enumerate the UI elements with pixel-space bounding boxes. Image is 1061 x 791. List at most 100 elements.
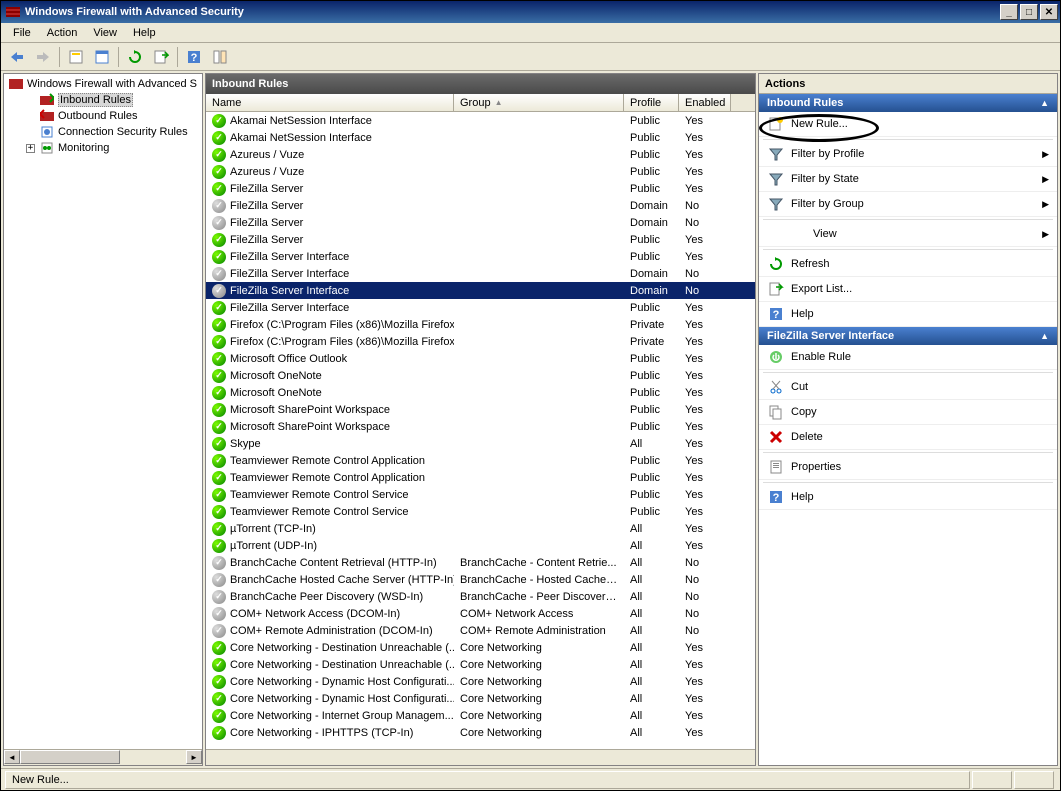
action-refresh[interactable]: Refresh <box>759 252 1057 277</box>
minimize-button[interactable]: _ <box>1000 4 1018 20</box>
tree-item-connection-security-rules[interactable]: Connection Security Rules <box>6 124 200 140</box>
table-row[interactable]: ✓µTorrent (TCP-In)AllYes <box>206 520 755 537</box>
close-button[interactable]: ✕ <box>1040 4 1058 20</box>
action-help[interactable]: ?Help <box>759 302 1057 327</box>
table-row[interactable]: ✓µTorrent (UDP-In)AllYes <box>206 537 755 554</box>
column-group[interactable]: Group▲ <box>454 94 624 111</box>
toolbar-help[interactable]: ? <box>182 46 206 68</box>
action-filter-by-group[interactable]: Filter by Group▶ <box>759 192 1057 217</box>
grid-body[interactable]: ✓Akamai NetSession InterfacePublicYes✓Ak… <box>206 112 755 749</box>
table-row[interactable]: ✓BranchCache Hosted Cache Server (HTTP-I… <box>206 571 755 588</box>
table-row[interactable]: ✓FileZilla ServerPublicYes <box>206 231 755 248</box>
table-row[interactable]: ✓COM+ Remote Administration (DCOM-In)COM… <box>206 622 755 639</box>
action-delete[interactable]: Delete <box>759 425 1057 450</box>
table-row[interactable]: ✓Akamai NetSession InterfacePublicYes <box>206 112 755 129</box>
table-row[interactable]: ✓Azureus / VuzePublicYes <box>206 163 755 180</box>
menu-view[interactable]: View <box>85 25 125 41</box>
table-row[interactable]: ✓Microsoft SharePoint WorkspacePublicYes <box>206 418 755 435</box>
table-row[interactable]: ✓Microsoft OneNotePublicYes <box>206 384 755 401</box>
toolbar-actions-pane[interactable] <box>208 46 232 68</box>
rule-status-icon: ✓ <box>212 318 226 332</box>
tree-root[interactable]: Windows Firewall with Advanced S <box>6 76 200 92</box>
copy-icon <box>767 404 785 420</box>
action-cut[interactable]: Cut <box>759 375 1057 400</box>
table-row[interactable]: ✓Core Networking - IPHTTPS (TCP-In)Core … <box>206 724 755 741</box>
column-enabled[interactable]: Enabled <box>679 94 731 111</box>
tree-expand-icon[interactable]: + <box>26 144 35 153</box>
table-row[interactable]: ✓COM+ Network Access (DCOM-In)COM+ Netwo… <box>206 605 755 622</box>
table-row[interactable]: ✓Firefox (C:\Program Files (x86)\Mozilla… <box>206 333 755 350</box>
tree-item-inbound-rules[interactable]: Inbound Rules <box>6 92 200 108</box>
table-row[interactable]: ✓FileZilla Server InterfacePublicYes <box>206 248 755 265</box>
table-row[interactable]: ✓FileZilla ServerPublicYes <box>206 180 755 197</box>
rule-status-icon: ✓ <box>212 590 226 604</box>
table-row[interactable]: ✓Firefox (C:\Program Files (x86)\Mozilla… <box>206 316 755 333</box>
table-row[interactable]: ✓Teamviewer Remote Control ApplicationPu… <box>206 469 755 486</box>
table-row[interactable]: ✓BranchCache Peer Discovery (WSD-In)Bran… <box>206 588 755 605</box>
table-row[interactable]: ✓Core Networking - Destination Unreachab… <box>206 639 755 656</box>
table-row[interactable]: ✓Teamviewer Remote Control ServicePublic… <box>206 503 755 520</box>
table-row[interactable]: ✓Teamviewer Remote Control ServicePublic… <box>206 486 755 503</box>
table-row[interactable]: ✓FileZilla Server InterfaceDomainNo <box>206 282 755 299</box>
tree-item-monitoring[interactable]: +Monitoring <box>6 140 200 156</box>
grid-hscrollbar[interactable] <box>206 749 755 765</box>
table-row[interactable]: ✓SkypeAllYes <box>206 435 755 452</box>
table-row[interactable]: ✓FileZilla Server InterfacePublicYes <box>206 299 755 316</box>
refresh-icon <box>767 256 785 272</box>
action-help[interactable]: ?Help <box>759 485 1057 510</box>
action-properties[interactable]: Properties <box>759 455 1057 480</box>
rule-status-icon: ✓ <box>212 437 226 451</box>
actions-body: Inbound Rules▲New Rule... Filter by Profi… <box>759 94 1057 765</box>
action-new-rule[interactable]: New Rule... <box>759 112 1057 137</box>
action-view[interactable]: View▶ <box>759 222 1057 247</box>
toolbar-refresh[interactable] <box>123 46 147 68</box>
table-row[interactable]: ✓Microsoft Office OutlookPublicYes <box>206 350 755 367</box>
rule-status-icon: ✓ <box>212 471 226 485</box>
blank-icon <box>789 226 807 242</box>
tree-pane: Windows Firewall with Advanced S Inbound… <box>3 73 203 766</box>
menu-help[interactable]: Help <box>125 25 164 41</box>
filter-icon <box>767 146 785 162</box>
tree-hscrollbar[interactable]: ◄► <box>4 749 202 765</box>
action-filter-by-profile[interactable]: Filter by Profile▶ <box>759 142 1057 167</box>
menubar: File Action View Help <box>1 23 1060 43</box>
table-row[interactable]: ✓Core Networking - Internet Group Manage… <box>206 707 755 724</box>
table-row[interactable]: ✓FileZilla ServerDomainNo <box>206 197 755 214</box>
menu-file[interactable]: File <box>5 25 39 41</box>
menu-action[interactable]: Action <box>39 25 86 41</box>
action-section-header[interactable]: FileZilla Server Interface▲ <box>759 327 1057 345</box>
rule-status-icon: ✓ <box>212 692 226 706</box>
table-row[interactable]: ✓BranchCache Content Retrieval (HTTP-In)… <box>206 554 755 571</box>
forward-button[interactable] <box>31 46 55 68</box>
status-text: New Rule... <box>5 771 970 789</box>
tree-icon <box>39 124 55 140</box>
table-row[interactable]: ✓Azureus / VuzePublicYes <box>206 146 755 163</box>
rule-status-icon: ✓ <box>212 301 226 315</box>
action-enable-rule[interactable]: Enable Rule <box>759 345 1057 370</box>
table-row[interactable]: ✓Core Networking - Dynamic Host Configur… <box>206 690 755 707</box>
maximize-button[interactable]: □ <box>1020 4 1038 20</box>
column-name[interactable]: Name <box>206 94 454 111</box>
rule-status-icon: ✓ <box>212 454 226 468</box>
table-row[interactable]: ✓FileZilla ServerDomainNo <box>206 214 755 231</box>
table-row[interactable]: ✓Microsoft SharePoint WorkspacePublicYes <box>206 401 755 418</box>
action-export-list[interactable]: Export List... <box>759 277 1057 302</box>
table-row[interactable]: ✓Akamai NetSession InterfacePublicYes <box>206 129 755 146</box>
toolbar-properties[interactable] <box>90 46 114 68</box>
enable-icon <box>767 349 785 365</box>
toolbar-new-rule[interactable] <box>64 46 88 68</box>
table-row[interactable]: ✓Teamviewer Remote Control ApplicationPu… <box>206 452 755 469</box>
toolbar-export[interactable] <box>149 46 173 68</box>
filter-icon <box>767 196 785 212</box>
table-row[interactable]: ✓FileZilla Server InterfaceDomainNo <box>206 265 755 282</box>
action-filter-by-state[interactable]: Filter by State▶ <box>759 167 1057 192</box>
table-row[interactable]: ✓Microsoft OneNotePublicYes <box>206 367 755 384</box>
action-copy[interactable]: Copy <box>759 400 1057 425</box>
column-profile[interactable]: Profile <box>624 94 679 111</box>
table-row[interactable]: ✓Core Networking - Dynamic Host Configur… <box>206 673 755 690</box>
tree-item-outbound-rules[interactable]: Outbound Rules <box>6 108 200 124</box>
back-button[interactable] <box>5 46 29 68</box>
svg-text:?: ? <box>191 52 198 64</box>
table-row[interactable]: ✓Core Networking - Destination Unreachab… <box>206 656 755 673</box>
action-section-header[interactable]: Inbound Rules▲ <box>759 94 1057 112</box>
